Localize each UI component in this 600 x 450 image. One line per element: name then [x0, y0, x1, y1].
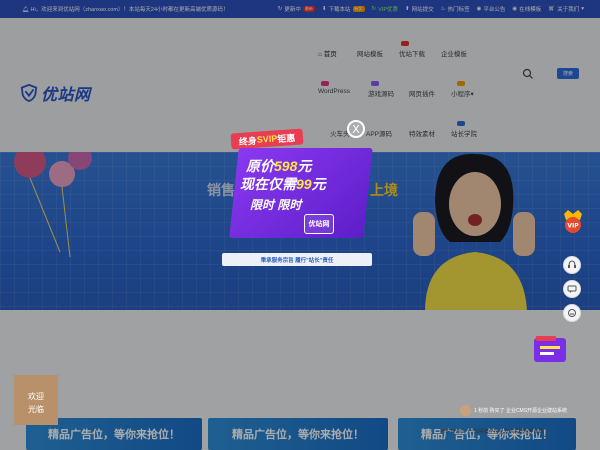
chat-icon[interactable]	[563, 280, 581, 298]
close-icon: X	[352, 122, 360, 136]
original-price: 原价598元	[246, 158, 312, 174]
floating-promo-icon[interactable]	[532, 334, 572, 370]
purchase-ticker-2: PHP开源(一)一款易捷全行业发卡系统程序源码	[440, 429, 544, 435]
avatar	[460, 404, 471, 416]
headset-icon[interactable]	[563, 256, 581, 274]
vip-badge-label: VIP	[567, 223, 579, 230]
popup-slogan: 秉承服务宗旨 履行"站长"责任	[222, 253, 372, 266]
close-popup-button[interactable]: X	[347, 120, 365, 138]
current-price: 现在仅需99元	[240, 176, 326, 192]
welcome-widget[interactable]: 欢迎 光临	[14, 367, 64, 427]
limited-time-text: 限时 限时	[250, 198, 302, 212]
purchase-ticker: 1 秒前 购买了 企业CMS开源企业建站系统	[460, 403, 600, 417]
welcome-face: 欢迎 光临	[14, 375, 58, 425]
vip-badge-icon[interactable]: VIP	[562, 208, 584, 234]
popup-logo: 优站网	[304, 214, 334, 234]
qq-icon[interactable]	[563, 304, 581, 322]
